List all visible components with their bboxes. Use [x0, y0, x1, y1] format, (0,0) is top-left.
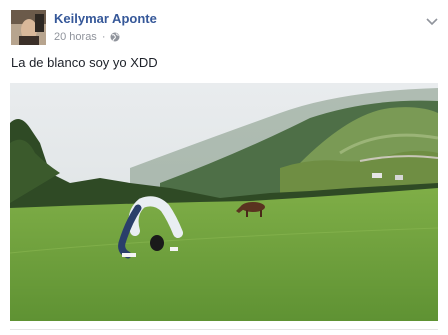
feed-post: Keilymar Aponte 20 horas · La de blanco …	[0, 0, 448, 335]
meta-separator: ·	[101, 31, 106, 43]
post-divider	[10, 329, 438, 330]
timestamp-link[interactable]: 20 horas	[54, 31, 97, 43]
post-meta: 20 horas ·	[54, 31, 120, 43]
globe-icon[interactable]	[110, 32, 120, 42]
post-photo[interactable]	[10, 83, 438, 321]
post-caption: La de blanco soy yo XDD	[11, 55, 158, 70]
author-name-link[interactable]: Keilymar Aponte	[54, 11, 157, 26]
avatar[interactable]	[11, 10, 46, 45]
chevron-down-icon[interactable]	[426, 13, 438, 26]
